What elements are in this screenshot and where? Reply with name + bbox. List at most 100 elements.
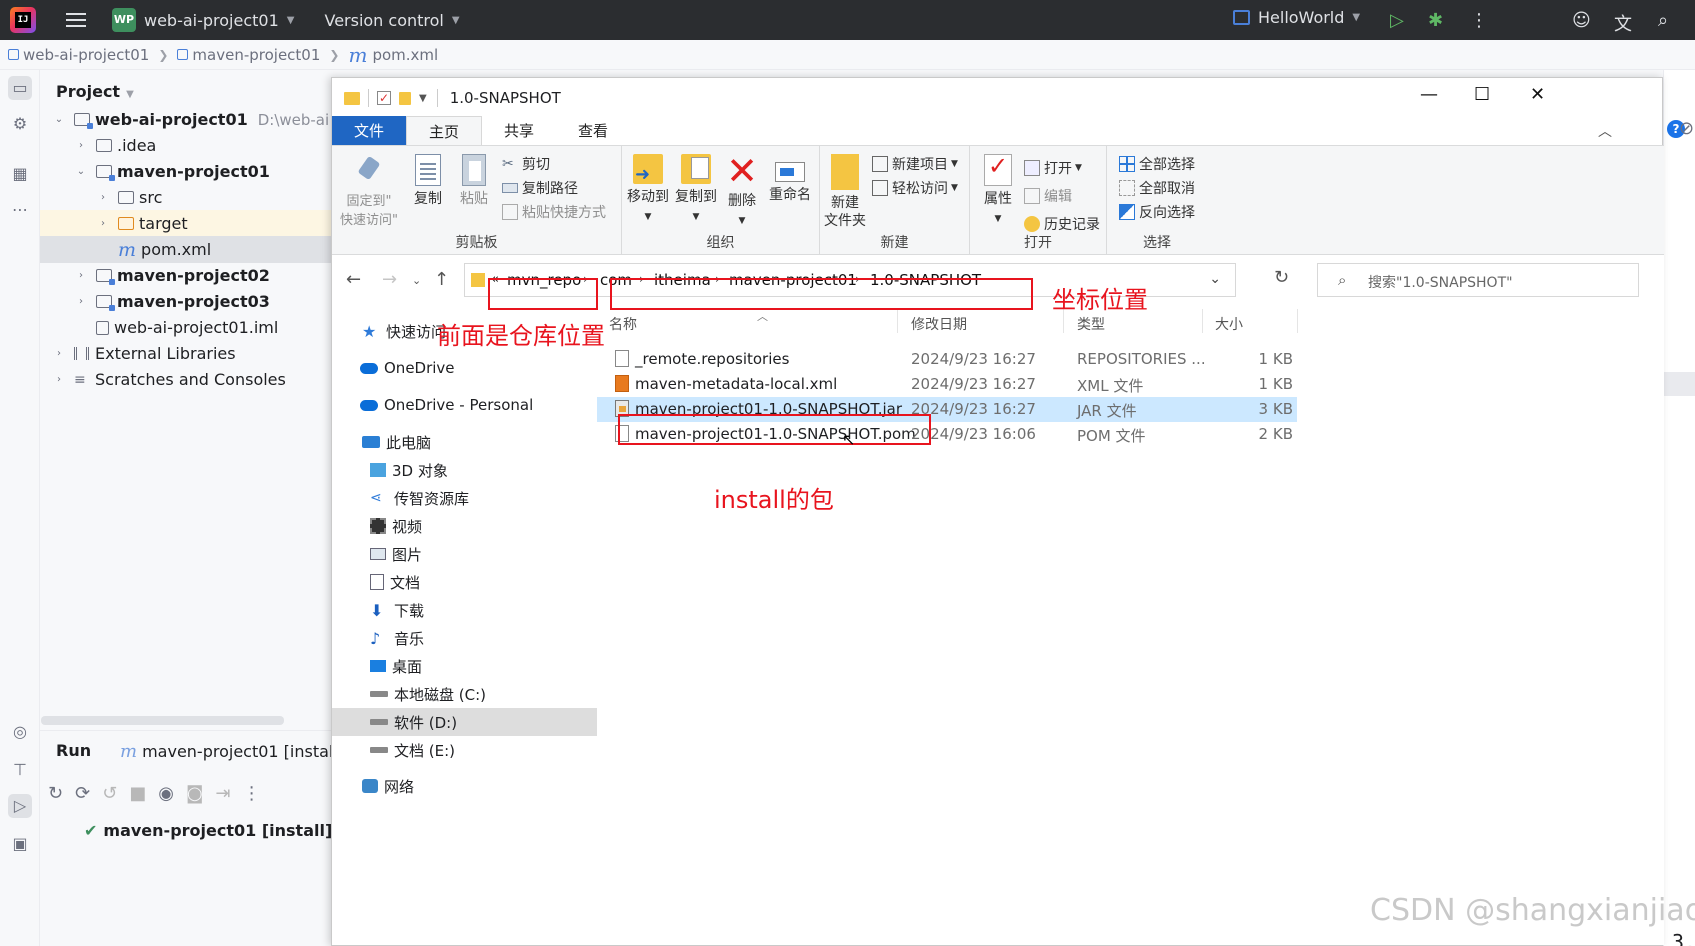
tab-home[interactable]: 主页 — [406, 116, 483, 146]
collapse-arrow-icon[interactable]: › — [74, 140, 88, 151]
up-arrow-icon[interactable]: ↑ — [434, 269, 449, 290]
rename-button[interactable]: 重命名 — [764, 154, 816, 204]
run-tab[interactable]: m maven-project01 [install] — [120, 741, 344, 762]
tree-item-maven-project02[interactable]: › maven-project02 — [40, 262, 331, 289]
paste-button[interactable]: 粘贴 — [454, 154, 494, 208]
export-icon[interactable]: ⇥ — [215, 783, 230, 804]
search-box[interactable]: ⌕ 搜索"1.0-SNAPSHOT" — [1317, 263, 1639, 297]
translate-icon[interactable]: 文 — [1614, 10, 1632, 36]
nav-item-drive-c[interactable]: 本地磁盘 (C:) — [332, 680, 597, 708]
copy-button[interactable]: 复制 — [408, 154, 448, 208]
delete-button[interactable]: ✕ 删除 ▼ — [722, 152, 762, 230]
settings-gear-icon[interactable]: ⚙ — [8, 112, 32, 136]
rerun-failed-icon[interactable]: ⟳ — [75, 783, 90, 804]
tab-file[interactable]: 文件 — [332, 116, 407, 146]
tree-item-external-libraries[interactable]: › External Libraries — [40, 340, 331, 367]
chevron-down-icon[interactable]: ▼ — [287, 15, 295, 26]
tree-item-web-ai-project01[interactable]: ⌄ web-ai-project01 D:\web-ai — [40, 106, 331, 133]
tree-item-src[interactable]: › src — [40, 184, 331, 211]
camera-icon[interactable]: ◙ — [186, 783, 203, 804]
project-folder-icon[interactable]: ▭ — [8, 76, 32, 100]
nav-item-this-pc[interactable]: 此电脑 — [332, 428, 597, 456]
forward-arrow-icon[interactable]: → — [382, 269, 397, 290]
nav-item-onedrive-personal[interactable]: OneDrive - Personal — [332, 391, 597, 419]
move-to-button[interactable]: 移动到▼ — [622, 154, 674, 226]
nav-item-network[interactable]: 网络 — [332, 772, 597, 800]
pin-quick-access-button[interactable]: 固定到" 快速访问" — [340, 154, 398, 230]
edit-button[interactable]: 编辑 — [1024, 186, 1072, 206]
maximize-icon[interactable]: ☐ — [1474, 84, 1490, 105]
column-header-name[interactable]: 名称 ︿ — [609, 310, 768, 334]
nav-item-3d-objects[interactable]: 3D 对象 — [332, 456, 597, 484]
tree-item-target[interactable]: › target — [40, 210, 331, 237]
terminal-icon[interactable]: ▣ — [8, 832, 32, 856]
tree-item-maven-project03[interactable]: › maven-project03 — [40, 288, 331, 315]
nav-item-pictures[interactable]: 图片 — [332, 540, 597, 568]
view-eye-icon[interactable]: ◉ — [158, 783, 174, 804]
open-button[interactable]: 打开 ▼ — [1024, 158, 1082, 178]
select-all-button[interactable]: 全部选择 — [1119, 154, 1195, 174]
expand-arrow-icon[interactable]: ⌄ — [74, 166, 88, 177]
address-history-dropdown-icon[interactable]: ⌄ — [1209, 271, 1221, 287]
run-result-item[interactable]: ✔maven-project01 [install]: A — [84, 821, 355, 840]
structure-icon[interactable]: ▦ — [8, 162, 32, 186]
easy-access-button[interactable]: 轻松访问 ▼ — [872, 178, 958, 198]
more-options-icon[interactable]: ⋮ — [1470, 10, 1488, 31]
collapse-arrow-icon[interactable]: › — [74, 296, 88, 307]
history-button[interactable]: 历史记录 — [1024, 214, 1100, 234]
properties-button[interactable]: 属性▼ — [978, 154, 1018, 228]
collapse-arrow-icon[interactable]: › — [96, 218, 110, 229]
column-header-date[interactable]: 修改日期 — [911, 314, 967, 334]
collapse-ribbon-icon[interactable]: ︿ — [1598, 121, 1612, 141]
new-folder-button[interactable]: 新建 文件夹 — [824, 154, 866, 230]
expand-arrow-icon[interactable]: ⌄ — [52, 114, 66, 125]
copy-to-button[interactable]: 复制到 ▼ — [670, 154, 722, 226]
refresh-icon[interactable]: ↻ — [1274, 267, 1289, 288]
recent-locations-icon[interactable]: ⌄ — [412, 274, 421, 287]
rerun-icon[interactable]: ↻ — [48, 783, 63, 804]
tab-share[interactable]: 共享 — [482, 116, 556, 146]
invert-selection-button[interactable]: 反向选择 — [1119, 202, 1195, 222]
run-tool-icon[interactable]: ▷ — [8, 794, 32, 818]
tree-item-idea[interactable]: › .idea — [40, 132, 331, 159]
close-icon[interactable]: ✕ — [1530, 84, 1545, 105]
nav-item-downloads[interactable]: ⬇ 下载 — [332, 596, 597, 624]
breadcrumb-item[interactable]: m pom.xml — [348, 43, 438, 67]
customize-dropdown-icon[interactable]: ▼ — [419, 93, 427, 104]
project-switcher[interactable]: web-ai-project01 — [144, 11, 279, 30]
project-panel-header[interactable]: Project ▼ — [56, 82, 134, 101]
tree-item-maven-project01[interactable]: ⌄ maven-project01 — [40, 158, 331, 185]
chevron-down-icon[interactable]: ▼ — [452, 15, 460, 26]
collapse-arrow-icon[interactable]: › — [74, 270, 88, 281]
nav-item-resource-library[interactable]: ⋖ 传智资源库 — [332, 484, 597, 512]
select-none-button[interactable]: 全部取消 — [1119, 178, 1195, 198]
build-hammer-icon[interactable]: ⊤ — [8, 758, 32, 782]
stop-icon[interactable]: ■ — [129, 783, 146, 804]
nav-item-music[interactable]: ♪ 音乐 — [332, 624, 597, 652]
breadcrumb-item[interactable]: web-ai-project01 — [8, 46, 149, 64]
run-config-selector[interactable]: HelloWorld ▼ — [1233, 8, 1360, 27]
nav-item-onedrive[interactable]: OneDrive — [332, 354, 597, 382]
collapse-arrow-icon[interactable]: › — [52, 348, 66, 359]
main-menu-icon[interactable] — [66, 13, 86, 27]
tree-item-iml[interactable]: web-ai-project01.iml — [40, 314, 331, 341]
column-header-type[interactable]: 类型 — [1077, 314, 1105, 334]
restart-icon[interactable]: ↺ — [102, 783, 117, 804]
version-control-menu[interactable]: Version control — [324, 11, 443, 30]
nav-item-documents[interactable]: 文档 — [332, 568, 597, 596]
column-header-size[interactable]: 大小 — [1215, 314, 1243, 334]
services-icon[interactable]: ◎ — [8, 720, 32, 744]
project-panel-scrollbar[interactable] — [41, 716, 284, 725]
minimize-icon[interactable]: — — [1420, 84, 1438, 105]
tree-item-scratches[interactable]: › ≡ Scratches and Consoles — [40, 366, 331, 393]
new-item-button[interactable]: 新建项目 ▼ — [872, 154, 958, 174]
paste-shortcut-button[interactable]: 粘贴快捷方式 — [502, 202, 606, 222]
tree-item-pom-xml[interactable]: m pom.xml — [40, 236, 331, 263]
add-user-icon[interactable]: ☺ — [1572, 10, 1591, 31]
properties-check-icon[interactable]: ✓ — [377, 91, 391, 105]
nav-item-videos[interactable]: 视频 — [332, 512, 597, 540]
nav-item-drive-e[interactable]: 文档 (E:) — [332, 736, 597, 764]
breadcrumb-item[interactable]: maven-project01 — [177, 46, 320, 64]
nav-item-desktop[interactable]: 桌面 — [332, 652, 597, 680]
back-arrow-icon[interactable]: ← — [346, 269, 361, 290]
